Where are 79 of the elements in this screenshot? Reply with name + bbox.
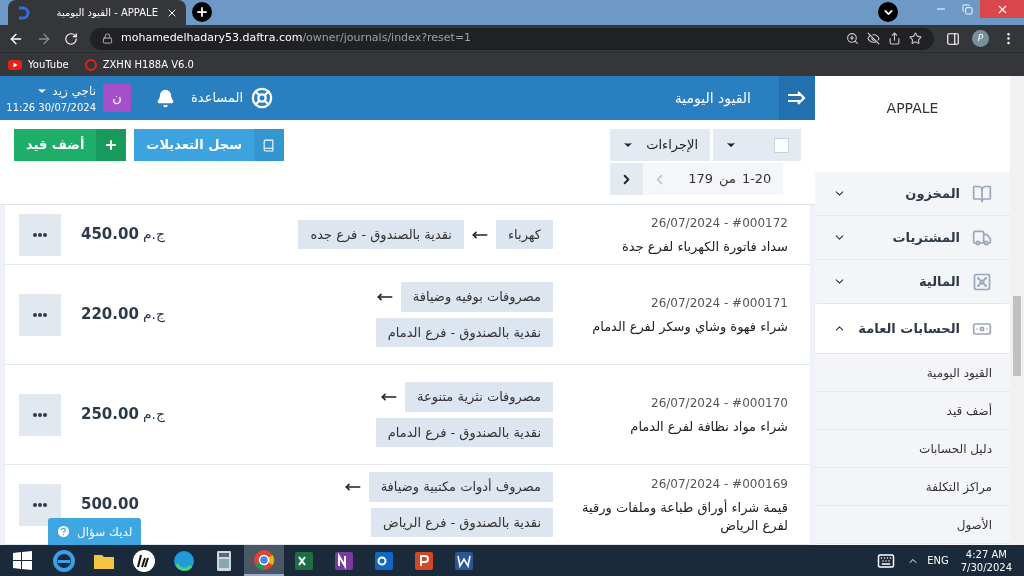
site-logo-icon (16, 5, 30, 20)
keyboard-icon[interactable] (877, 551, 896, 570)
star-icon[interactable] (909, 32, 922, 45)
more-icon (33, 502, 47, 507)
currency: ج.م (142, 225, 166, 245)
round-logo-icon[interactable] (132, 548, 156, 573)
swirl-icon[interactable] (172, 548, 196, 573)
account-tag[interactable]: نقدية بالصندوق - فرع الدمام (375, 317, 553, 347)
account-tag[interactable]: مصروف أدوات مكتبية وضيافة (368, 472, 553, 502)
more-button[interactable] (19, 483, 61, 526)
entry-number-date: 26/07/2024 - #000171 (651, 294, 788, 312)
bell-icon[interactable] (156, 88, 175, 108)
currency: ج.م (142, 305, 166, 325)
page-range: 1-20 (741, 170, 772, 189)
select-all-checkbox[interactable] (774, 137, 789, 153)
user-name[interactable]: ناجي زيد (52, 81, 96, 100)
clock[interactable]: 4:27 AM 7/30/2024 (960, 547, 1012, 574)
sidebar-menu-item[interactable]: الحسابات العامة (815, 304, 1010, 354)
entry-number-date: 26/07/2024 - #000170 (651, 394, 788, 412)
eye-off-icon[interactable] (867, 32, 880, 45)
currency: ج.م (142, 405, 166, 425)
safe-icon (972, 271, 992, 292)
url-path: /owner/journals/index?reset=1 (302, 30, 472, 47)
url-host: mohamedelhadary53.daftra.com (121, 30, 303, 47)
address-field[interactable]: mohamedelhadary53.daftra.com/owner/journals/index?reset=1 (90, 27, 934, 50)
actions-dropdown[interactable]: الإجراءات (610, 129, 710, 161)
zoom-icon[interactable] (846, 32, 859, 45)
account-tag[interactable]: مصروفات نثرية متنوعة (405, 382, 553, 412)
plus-icon (104, 138, 119, 152)
amount: 220.00 (81, 304, 139, 326)
more-icon (33, 412, 47, 417)
book-icon (972, 183, 992, 204)
bookmark[interactable]: ZXHN H188A V6.0 (84, 57, 194, 72)
book-icon (262, 138, 276, 152)
entry-description[interactable]: قيمة شراء أوراق طباعة وملفات ورقية لفرع الرياض (563, 498, 788, 535)
account-tag[interactable]: نقدية بالصندوق - فرع الدمام (375, 417, 553, 447)
account-tag[interactable]: كهرباء (495, 219, 553, 250)
account-tag[interactable]: مصروفات بوفيه وضيافة (400, 282, 553, 312)
entry-description[interactable]: شراء مواد نظافة لفرع الدمام (630, 417, 788, 436)
entry-number-date: 26/07/2024 - #000172 (651, 214, 788, 232)
reload-icon[interactable] (64, 31, 78, 46)
help-link[interactable]: المساعدة (191, 87, 274, 109)
more-icon (33, 232, 47, 237)
brand-name[interactable]: APPALE (886, 98, 939, 119)
menu-toggle-button[interactable] (779, 76, 815, 120)
double-arrow-icon (787, 91, 807, 105)
plus-icon (195, 5, 209, 19)
lifebuoy-icon (251, 87, 274, 109)
amount: 500.00 (81, 494, 139, 516)
lock-icon (102, 33, 113, 44)
entry-number-date: 26/07/2024 - #000169 (651, 475, 788, 493)
ring-icon (84, 58, 97, 71)
entry-description[interactable]: سداد فاتورة الكهرباء لفرع جدة (622, 237, 788, 256)
page-title: القيود اليومية (674, 88, 751, 109)
entry-description[interactable]: شراء فهوة وشاي وسكر لفرع الدمام (592, 317, 788, 336)
bookmark[interactable]: YouTube (8, 57, 69, 72)
page-total: 179 (688, 170, 713, 189)
next-page-button[interactable] (610, 163, 644, 195)
amount: 450.00 (81, 224, 139, 246)
restore-icon (961, 3, 973, 15)
session-datetime: 11:26 30/07/2024 (6, 100, 96, 115)
tab-title: القيود اليومية - APPALE (55, 6, 158, 20)
play-icon (8, 59, 22, 70)
share-icon[interactable] (888, 32, 901, 45)
page-of-label: من (719, 170, 736, 189)
account-tag[interactable]: نقدية بالصندوق - فرع جده (298, 219, 464, 250)
question-icon (56, 524, 71, 539)
language-indicator[interactable]: ENG (927, 553, 949, 568)
browser-tab[interactable]: القيود اليومية - APPALE (8, 0, 186, 25)
chrome-icon[interactable] (252, 547, 276, 572)
browser-e-icon[interactable] (52, 548, 76, 573)
more-icon (33, 312, 47, 317)
account-tag[interactable]: نقدية بالصندوق - فرع الرياض (371, 507, 553, 537)
new-tab-button[interactable] (192, 2, 212, 22)
tab-search-button[interactable] (878, 2, 898, 22)
amount: 250.00 (81, 404, 139, 426)
user-avatar[interactable]: ن (103, 84, 131, 112)
side-panel-icon[interactable] (946, 31, 960, 46)
scrollbar[interactable] (1010, 76, 1024, 545)
